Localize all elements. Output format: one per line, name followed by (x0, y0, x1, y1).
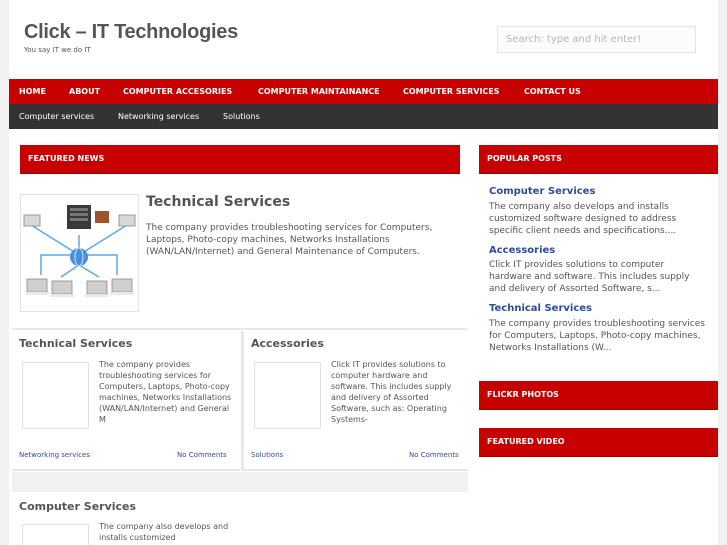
card-category-link[interactable]: Networking services (19, 451, 90, 459)
nav-contact-us[interactable]: CONTACT US (524, 79, 581, 104)
site-header: Click – IT Technologies You say IT we do… (9, 0, 718, 79)
subnav-computer-services[interactable]: Computer services (19, 104, 94, 129)
featured-news-heading: FEATURED NEWS (28, 154, 105, 163)
popular-post-excerpt: The company provides troubleshooting ser… (489, 319, 705, 353)
nav-computer-accesories[interactable]: COMPUTER ACCESORIES (123, 79, 232, 104)
card-excerpt: Click IT provides solutions to computer … (331, 360, 452, 424)
popular-posts-header: POPULAR POSTS (479, 145, 718, 174)
card-category-link[interactable]: Solutions (251, 451, 283, 459)
popular-posts-heading: POPULAR POSTS (487, 154, 562, 163)
popular-post-title[interactable]: Technical Services (489, 303, 592, 314)
subnav-networking-services[interactable]: Networking services (118, 104, 199, 129)
secondary-nav: Computer services Networking services So… (9, 104, 718, 129)
card-title[interactable]: Computer Services (19, 500, 136, 513)
site-tagline: You say IT we do IT (24, 46, 91, 54)
card-excerpt: The company provides troubleshooting ser… (99, 360, 232, 424)
featured-video-heading: FEATURED VIDEO (487, 437, 565, 446)
featured-divider (12, 328, 468, 330)
card-comments-link[interactable]: No Comments (177, 451, 227, 459)
card-title[interactable]: Technical Services (19, 337, 132, 350)
card-thumbnail[interactable] (22, 362, 89, 429)
flickr-photos-header: FLICKR PHOTOS (479, 381, 718, 410)
popular-post-title[interactable]: Accessories (489, 245, 555, 256)
nav-home[interactable]: HOME (19, 79, 46, 104)
row-gap (12, 472, 468, 492)
featured-thumbnail[interactable] (20, 194, 139, 312)
card-thumbnail[interactable] (22, 524, 89, 545)
featured-news-header: FEATURED NEWS (20, 145, 460, 174)
card-excerpt: The company also develops and installs c… (99, 522, 229, 542)
network-diagram-icon (21, 195, 138, 311)
flickr-photos-heading: FLICKR PHOTOS (487, 390, 559, 399)
site-title[interactable]: Click – IT Technologies (24, 21, 238, 44)
card-thumbnail[interactable] (254, 362, 321, 429)
nav-computer-maintainance[interactable]: COMPUTER MAINTAINANCE (258, 79, 380, 104)
featured-video-header: FEATURED VIDEO (479, 428, 718, 457)
card-title[interactable]: Accessories (251, 337, 324, 350)
primary-nav: HOME ABOUT COMPUTER ACCESORIES COMPUTER … (9, 79, 718, 104)
popular-post-excerpt: Click IT provides solutions to computer … (489, 260, 690, 294)
featured-post-title[interactable]: Technical Services (146, 194, 290, 210)
nav-about[interactable]: ABOUT (69, 79, 100, 104)
search-input[interactable] (497, 26, 696, 53)
subnav-solutions[interactable]: Solutions (223, 104, 260, 129)
featured-post-excerpt: The company provides troubleshooting ser… (146, 223, 433, 257)
popular-post-title[interactable]: Computer Services (489, 186, 595, 197)
nav-computer-services[interactable]: COMPUTER SERVICES (403, 79, 500, 104)
popular-post-excerpt: The company also develops and installs c… (489, 202, 677, 236)
card-comments-link[interactable]: No Comments (409, 451, 459, 459)
